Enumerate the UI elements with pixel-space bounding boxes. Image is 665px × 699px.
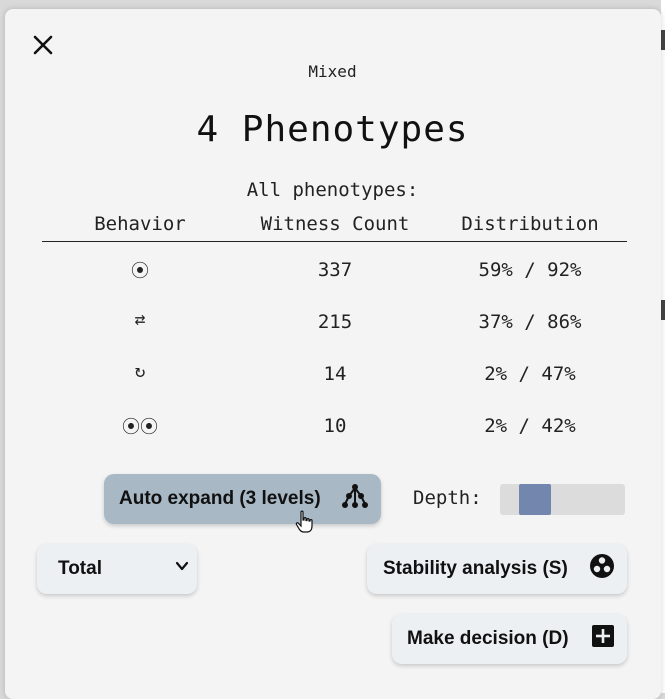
distribution-cell: 37% / 86% xyxy=(478,311,582,333)
close-icon xyxy=(33,35,53,55)
make-decision-button[interactable]: Make decision (D) xyxy=(392,614,627,664)
panel-subtitle: Mixed xyxy=(308,62,357,81)
hand-cursor-icon xyxy=(294,510,316,538)
table-divider xyxy=(42,241,627,242)
distribution-cell: 2% / 42% xyxy=(484,415,576,437)
cycle-icon: ↻ xyxy=(134,361,146,382)
witness-count-cell: 14 xyxy=(323,363,347,385)
close-button[interactable] xyxy=(30,32,56,58)
column-header-behavior: Behavior xyxy=(94,213,186,235)
auto-expand-label: Auto expand (3 levels) xyxy=(119,488,321,509)
witness-count-cell: 215 xyxy=(317,311,353,333)
table-caption: All phenotypes: xyxy=(246,179,419,201)
table-row[interactable]: ⦿⦿ 10 2% / 42% xyxy=(0,413,665,453)
table-row[interactable]: ⇄ 215 37% / 86% xyxy=(0,309,665,349)
depth-slider[interactable] xyxy=(500,484,625,515)
cluster-dots-icon xyxy=(589,553,615,585)
make-decision-label: Make decision (D) xyxy=(407,628,569,649)
column-header-distribution: Distribution xyxy=(461,213,599,235)
tree-icon xyxy=(341,482,369,516)
witness-count-cell: 10 xyxy=(323,415,347,437)
table-row[interactable]: ⦿ 337 59% / 92% xyxy=(0,257,665,297)
plus-square-icon xyxy=(591,624,615,654)
depth-label: Depth: xyxy=(413,487,482,509)
scrollbar-mark xyxy=(661,30,665,50)
witness-count-cell: 337 xyxy=(317,259,353,281)
auto-expand-button[interactable]: Auto expand (3 levels) xyxy=(104,474,381,524)
table-row[interactable]: ↻ 14 2% / 47% xyxy=(0,361,665,401)
switch-arrows-icon: ⇄ xyxy=(134,309,146,330)
select-value: Total xyxy=(58,558,102,579)
depth-slider-thumb[interactable] xyxy=(519,484,551,515)
page-title: 4 Phenotypes xyxy=(196,109,469,150)
distribution-cell: 59% / 92% xyxy=(478,259,582,281)
stability-analysis-button[interactable]: Stability analysis (S) xyxy=(367,544,627,594)
total-select[interactable]: Total xyxy=(37,544,197,594)
distribution-cell: 2% / 47% xyxy=(484,363,576,385)
two-fixed-points-icon: ⦿⦿ xyxy=(122,417,158,438)
chevron-down-icon xyxy=(173,557,191,581)
stability-analysis-label: Stability analysis (S) xyxy=(383,558,568,579)
column-header-witness-count: Witness Count xyxy=(260,213,410,235)
fixed-point-icon: ⦿ xyxy=(131,261,149,282)
